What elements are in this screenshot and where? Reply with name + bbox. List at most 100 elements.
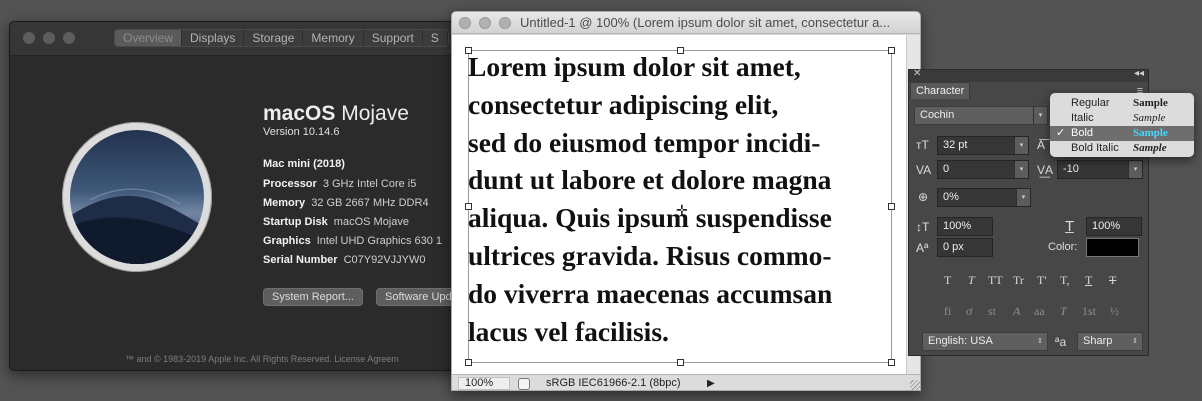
document-canvas[interactable]: Lorem ipsum dolor sit amet, consectetur … — [452, 35, 906, 374]
collapse-icon[interactable]: ◂◂ — [1134, 68, 1144, 79]
superscript-button[interactable]: T' — [1037, 273, 1047, 288]
titling-alternates-button[interactable]: T — [1060, 304, 1067, 319]
subscript-button[interactable]: T, — [1060, 273, 1069, 288]
updown-icon: ⇕ — [1132, 338, 1138, 345]
spec-row: Graphics Intel UHD Graphics 630 1 — [263, 235, 442, 247]
tsume-field[interactable]: 0% ▾ — [937, 188, 1031, 207]
vertical-scale-field[interactable]: 100% — [937, 217, 993, 236]
font-style-option-italic[interactable]: Italic Sample — [1050, 111, 1194, 126]
text-line: lacus vel facilisis. — [468, 315, 669, 347]
font-style-option-bold[interactable]: ✓ Bold Sample — [1050, 126, 1194, 141]
leading-icon: A͞ — [1037, 138, 1046, 152]
faux-bold-button[interactable]: T — [944, 273, 951, 288]
text-line: consectetur adipiscing elit, — [468, 88, 779, 120]
document-info-icon[interactable] — [518, 378, 530, 390]
old-style-button[interactable]: ơ — [966, 304, 972, 319]
move-cursor-icon: ✛ — [676, 202, 688, 218]
tab-displays[interactable]: Displays — [182, 30, 245, 46]
tab-memory[interactable]: Memory — [303, 30, 364, 46]
font-family-value: Cochin — [920, 109, 955, 121]
tab-character[interactable]: Character — [910, 82, 971, 99]
anti-alias-select[interactable]: Sharp ⇕ — [1077, 332, 1143, 351]
tab-support[interactable]: Support — [363, 30, 423, 46]
tsume-icon: ⊕ — [918, 190, 929, 204]
zoom-button[interactable] — [499, 17, 511, 29]
font-size-field[interactable]: 32 pt ▾ — [937, 136, 1029, 155]
text-line: Lorem ipsum dolor sit amet, — [468, 51, 801, 82]
faux-italic-button[interactable]: T — [968, 273, 975, 288]
tab-storage[interactable]: Storage — [244, 30, 304, 46]
horizontal-scale-field[interactable]: 100% — [1086, 217, 1142, 236]
status-menu-arrow-icon[interactable]: ▶ — [707, 378, 715, 389]
stylistic-alternates-button[interactable]: aa — [1034, 304, 1045, 319]
kerning-field[interactable]: 0 ▾ — [937, 160, 1029, 179]
document-titlebar: Untitled-1 @ 100% (Lorem ipsum dolor sit… — [452, 12, 920, 34]
os-version: Version 10.14.6 — [263, 126, 340, 138]
tracking-icon: V͟A — [1037, 163, 1054, 177]
baseline-shift-field[interactable]: 0 px — [937, 238, 993, 257]
font-style-option-regular[interactable]: Regular Sample — [1050, 96, 1194, 111]
discretionary-ligatures-button[interactable]: st — [988, 304, 996, 319]
text-line: dunt ut labore et dolore magna — [468, 164, 832, 196]
transform-handle[interactable] — [465, 359, 472, 366]
color-profile: sRGB IEC61966-2.1 (8bpc) — [546, 377, 681, 389]
software-update-button[interactable]: Software Upd — [376, 288, 461, 306]
kerning-icon: VA — [916, 163, 932, 177]
spec-key: Serial Number — [263, 254, 338, 266]
chevron-down-icon: ▾ — [1016, 189, 1030, 206]
font-family-select[interactable]: Cochin ▾ — [914, 106, 1048, 125]
transform-handle[interactable] — [888, 359, 895, 366]
text-color-swatch[interactable] — [1086, 238, 1139, 257]
tsume-value: 0% — [943, 191, 959, 203]
os-title: macOS Mojave — [263, 102, 409, 126]
spec-key: Memory — [263, 197, 306, 209]
small-caps-button[interactable]: Tr — [1013, 273, 1024, 288]
language-select[interactable]: English: USA ⇕ — [922, 332, 1048, 351]
style-option-label: Italic — [1071, 112, 1094, 124]
spec-value: C07Y92VJJYW0 — [343, 254, 426, 266]
close-button[interactable] — [23, 32, 35, 44]
font-style-menu: Regular Sample Italic Sample ✓ Bold Samp… — [1050, 93, 1194, 157]
machine-model: Mac mini (2018) — [263, 158, 345, 170]
resize-grip-icon[interactable] — [910, 380, 920, 390]
minimize-button[interactable] — [43, 32, 55, 44]
minimize-button[interactable] — [479, 17, 491, 29]
ordinals-button[interactable]: 1st — [1082, 304, 1096, 319]
strikethrough-button[interactable]: T — [1109, 273, 1116, 288]
font-style-option-bold-italic[interactable]: Bold Italic Sample — [1050, 141, 1194, 156]
document-window: Untitled-1 @ 100% (Lorem ipsum dolor sit… — [451, 11, 921, 391]
spec-value: 3 GHz Intel Core i5 — [322, 178, 417, 190]
style-option-label: Bold Italic — [1071, 142, 1119, 154]
anti-alias-value: Sharp — [1083, 335, 1113, 347]
text-line: do viverra maecenas accumsan — [468, 277, 833, 309]
checkmark-icon: ✓ — [1056, 127, 1066, 139]
text-line: sed do eiusmod tempor incidi- — [468, 126, 821, 158]
vertical-scale-icon: ↕T — [916, 220, 930, 234]
system-report-button[interactable]: System Report... — [263, 288, 363, 306]
style-option-label: Bold — [1071, 127, 1094, 139]
tab-overview[interactable]: Overview — [115, 30, 183, 46]
fractions-button[interactable]: ½ — [1110, 304, 1119, 319]
os-name: macOS — [263, 102, 336, 125]
horizontal-scale-icon: T̲ — [1065, 218, 1075, 235]
tracking-field[interactable]: -10 ▾ — [1057, 160, 1143, 179]
chevron-down-icon: ▾ — [1128, 161, 1142, 178]
model-label: Mac mini (2018) — [263, 158, 345, 170]
zoom-button[interactable] — [63, 32, 75, 44]
swash-button[interactable]: A — [1013, 304, 1020, 319]
spec-row: Memory 32 GB 2667 MHz DDR4 — [263, 197, 429, 209]
status-bar: 100% sRGB IEC61966-2.1 (8bpc) ▶ — [452, 374, 920, 390]
transform-handle[interactable] — [677, 359, 684, 366]
font-size-value: 32 pt — [943, 139, 968, 151]
close-icon[interactable]: ✕ — [913, 68, 921, 79]
underline-button[interactable]: T — [1085, 273, 1092, 288]
about-titlebar: Overview Displays Storage Memory Support… — [10, 22, 478, 56]
font-size-icon: ᴛT — [916, 138, 929, 152]
spec-value: 32 GB 2667 MHz DDR4 — [311, 197, 429, 209]
ligatures-button[interactable]: fi — [944, 304, 951, 319]
all-caps-button[interactable]: TT — [988, 273, 1003, 288]
zoom-level-field[interactable]: 100% — [458, 377, 510, 390]
tab-service[interactable]: S — [422, 30, 448, 46]
close-button[interactable] — [459, 17, 471, 29]
text-layer[interactable]: Lorem ipsum dolor sit amet, consectetur … — [468, 48, 900, 350]
